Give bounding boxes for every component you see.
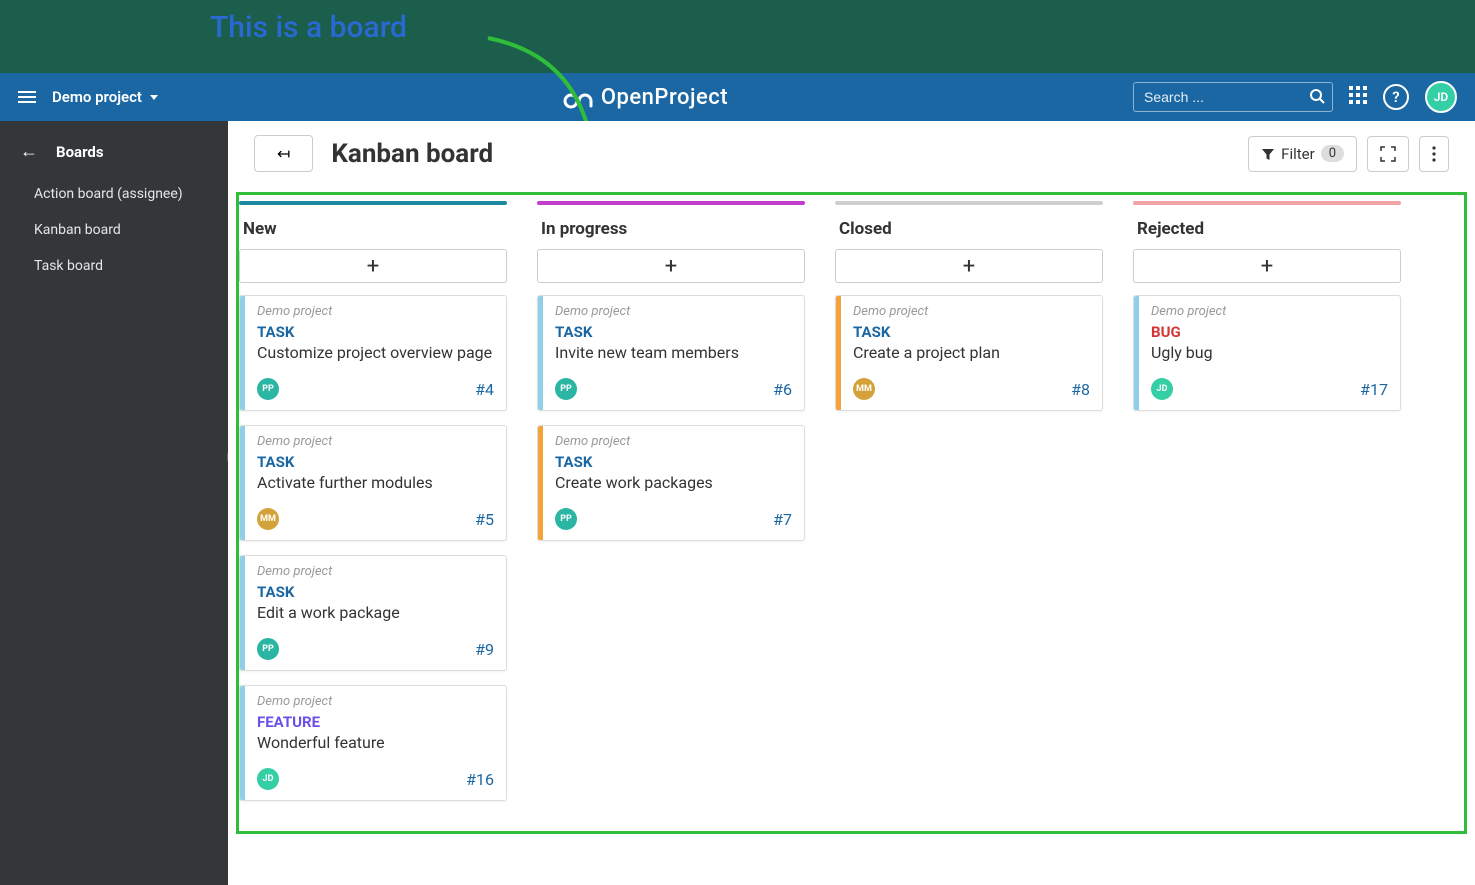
add-card-button[interactable]: +	[537, 249, 805, 283]
filter-label: Filter	[1281, 145, 1315, 163]
kebab-icon	[1432, 146, 1436, 162]
card-project: Demo project	[257, 434, 494, 449]
kanban-card[interactable]: Demo project TASK Customize project overvi…	[239, 295, 507, 411]
card-id: #4	[475, 380, 494, 399]
column-title: In progress	[541, 219, 805, 239]
column-title: Closed	[839, 219, 1103, 239]
card-project: Demo project	[853, 304, 1090, 319]
filter-icon	[1261, 147, 1275, 161]
help-icon[interactable]: ?	[1383, 84, 1409, 110]
card-type: TASK	[555, 453, 792, 471]
assignee-avatar: JD	[1151, 378, 1173, 400]
card-title: Activate further modules	[257, 473, 494, 492]
card-type: TASK	[555, 323, 792, 341]
assignee-avatar: PP	[257, 638, 279, 660]
card-title: Create a project plan	[853, 343, 1090, 362]
fullscreen-icon	[1380, 146, 1396, 162]
card-project: Demo project	[1151, 304, 1388, 319]
add-card-button[interactable]: +	[835, 249, 1103, 283]
project-name: Demo project	[52, 88, 142, 106]
search-icon[interactable]	[1309, 88, 1325, 108]
card-type: TASK	[257, 453, 494, 471]
add-card-button[interactable]: +	[239, 249, 507, 283]
topbar: Demo project OpenProject ? JD	[0, 73, 1475, 121]
card-title: Edit a work package	[257, 603, 494, 622]
main-content: ↤ Kanban board Filter 0 New + Demo project…	[228, 121, 1475, 885]
column-color-bar	[1133, 201, 1401, 205]
board-area: New + Demo project TASK Customize project ov…	[236, 192, 1467, 834]
board-toolbar: ↤ Kanban board Filter 0	[228, 121, 1475, 186]
annotation-banner: This is a board	[0, 0, 1475, 73]
card-type: FEATURE	[257, 713, 494, 731]
card-type: TASK	[853, 323, 1090, 341]
filter-button[interactable]: Filter 0	[1248, 136, 1357, 172]
card-type: TASK	[257, 583, 494, 601]
kanban-card[interactable]: Demo project BUG Ugly bug JD #17	[1133, 295, 1401, 411]
apps-grid-icon[interactable]	[1349, 86, 1367, 108]
card-project: Demo project	[257, 694, 494, 709]
kanban-card[interactable]: Demo project FEATURE Wonderful feature JD #1…	[239, 685, 507, 801]
assignee-avatar: PP	[555, 378, 577, 400]
assignee-avatar: JD	[257, 768, 279, 790]
assignee-avatar: PP	[555, 508, 577, 530]
card-project: Demo project	[257, 304, 494, 319]
kanban-card[interactable]: Demo project TASK Create work packages PP #7	[537, 425, 805, 541]
add-card-button[interactable]: +	[1133, 249, 1401, 283]
card-project: Demo project	[555, 304, 792, 319]
sidebar-item[interactable]: Action board (assignee)	[0, 176, 228, 212]
assignee-avatar: PP	[257, 378, 279, 400]
card-id: #7	[773, 510, 792, 529]
column-title: Rejected	[1137, 219, 1401, 239]
user-avatar[interactable]: JD	[1425, 81, 1457, 113]
card-id: #16	[466, 770, 494, 789]
card-id: #8	[1071, 380, 1090, 399]
brand-text: OpenProject	[601, 85, 728, 110]
annotation-text: This is a board	[210, 10, 407, 45]
card-title: Customize project overview page	[257, 343, 494, 362]
column-color-bar	[537, 201, 805, 205]
column-color-bar	[239, 201, 507, 205]
card-id: #6	[773, 380, 792, 399]
kanban-card[interactable]: Demo project TASK Invite new team members P…	[537, 295, 805, 411]
sidebar: ← Boards Action board (assignee)Kanban b…	[0, 121, 228, 885]
kanban-card[interactable]: Demo project TASK Create a project plan MM #…	[835, 295, 1103, 411]
search-input[interactable]	[1133, 82, 1333, 112]
project-selector[interactable]: Demo project	[52, 88, 158, 106]
board-back-button[interactable]: ↤	[254, 135, 313, 172]
card-type: TASK	[257, 323, 494, 341]
card-title: Create work packages	[555, 473, 792, 492]
card-title: Wonderful feature	[257, 733, 494, 752]
card-id: #9	[475, 640, 494, 659]
kanban-card[interactable]: Demo project TASK Edit a work package PP #9	[239, 555, 507, 671]
sidebar-item[interactable]: Kanban board	[0, 212, 228, 248]
card-title: Invite new team members	[555, 343, 792, 362]
column-title: New	[243, 219, 507, 239]
board-column: In progress + Demo project TASK Invite new t…	[537, 201, 805, 555]
board-column: Closed + Demo project TASK Create a project …	[835, 201, 1103, 425]
sidebar-title: Boards	[56, 143, 104, 161]
card-type: BUG	[1151, 323, 1388, 341]
card-project: Demo project	[555, 434, 792, 449]
assignee-avatar: MM	[257, 508, 279, 530]
card-id: #17	[1360, 380, 1388, 399]
fullscreen-button[interactable]	[1367, 136, 1409, 172]
board-column: New + Demo project TASK Customize project ov…	[239, 201, 507, 815]
card-title: Ugly bug	[1151, 343, 1388, 362]
more-menu-button[interactable]	[1419, 136, 1449, 172]
sidebar-item[interactable]: Task board	[0, 248, 228, 284]
card-project: Demo project	[257, 564, 494, 579]
column-color-bar	[835, 201, 1103, 205]
kanban-card[interactable]: Demo project TASK Activate further modules…	[239, 425, 507, 541]
assignee-avatar: MM	[853, 378, 875, 400]
sidebar-back-icon[interactable]: ←	[20, 141, 38, 162]
board-column: Rejected + Demo project BUG Ugly bug JD #17	[1133, 201, 1401, 425]
menu-icon[interactable]	[18, 91, 36, 103]
card-id: #5	[475, 510, 494, 529]
filter-count: 0	[1321, 145, 1344, 162]
board-title: Kanban board	[331, 139, 493, 169]
chevron-down-icon	[150, 95, 158, 100]
